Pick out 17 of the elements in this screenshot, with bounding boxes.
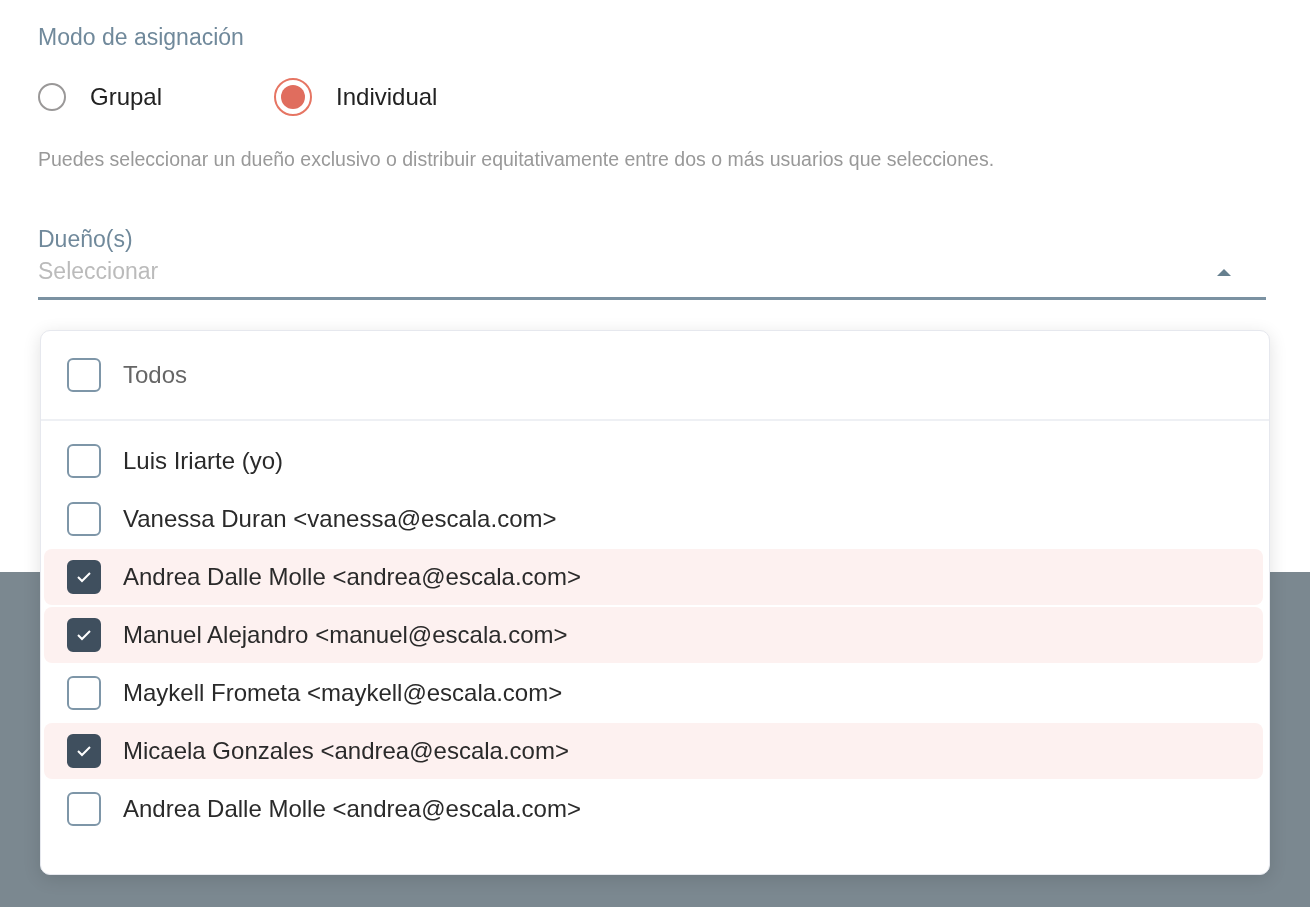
owner-option[interactable]: Vanessa Duran <vanessa@escala.com> [44, 491, 1263, 547]
check-icon [76, 571, 92, 583]
field-label: Dueño(s) [38, 225, 134, 254]
caret-icon [1216, 266, 1232, 277]
radio-option[interactable]: Individual [274, 78, 438, 116]
check-icon [76, 745, 92, 757]
help-text: Puedes seleccionar un dueño exclusivo o distribuir equitativamente entre dos o más usuarios que selecciones. [38, 147, 996, 172]
owner-option[interactable]: Luis Iriarte (yo) [44, 433, 1263, 489]
owner-option[interactable]: Andrea Dalle Molle <andrea@escala.com> [44, 549, 1263, 605]
owner-option[interactable]: Micaela Gonzales <andrea@escala.com> [44, 723, 1263, 779]
check-icon [76, 629, 92, 641]
owner-option[interactable]: Manuel Alejandro <manuel@escala.com> [44, 607, 1263, 663]
radio-option[interactable]: Grupal [38, 78, 163, 116]
owner-option[interactable]: Maykell Frometa <maykell@escala.com> [44, 665, 1263, 721]
owner-option[interactable]: Andrea Dalle Molle <andrea@escala.com> [44, 781, 1263, 837]
section-label: Modo de asignación [38, 23, 245, 52]
select-all-option[interactable]: Todos [41, 358, 188, 392]
